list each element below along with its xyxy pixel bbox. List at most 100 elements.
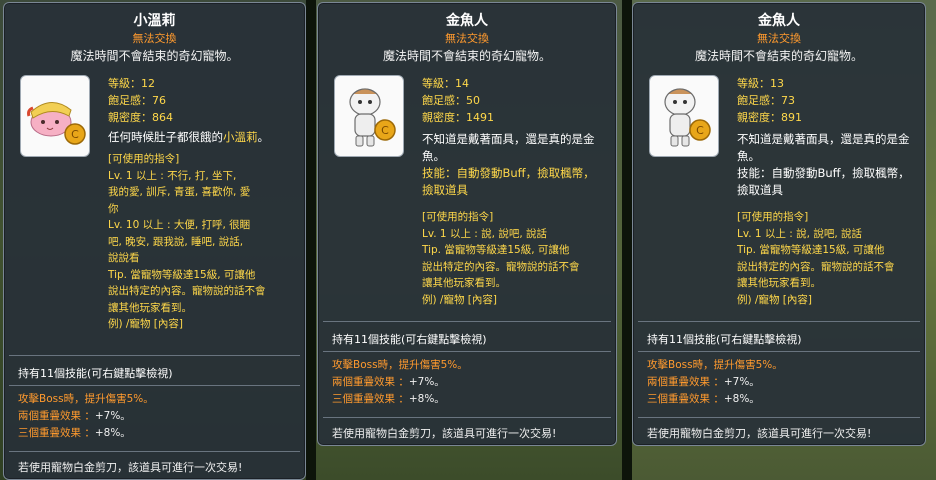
pet-closeness: 親密度：1491 bbox=[422, 111, 494, 124]
command-line: 例) /寵物 [內容] bbox=[737, 293, 813, 306]
goldfish-pet-sprite-icon: C bbox=[664, 88, 711, 147]
command-line: Lv. 1 以上 : 說, 說吧, 說話 bbox=[422, 227, 548, 240]
pet-description: 不知道是戴著面具，還是真的是金 魚。 技能：自動發動Buff，撿取楓幣， 撿取道… bbox=[737, 131, 923, 199]
command-line: 讓其他玩家看到。 bbox=[737, 277, 821, 289]
description-line: 不知道是戴著面具，還是真的是金 bbox=[737, 132, 910, 146]
two-set-value: +7%。 bbox=[408, 376, 445, 388]
three-set-label: 三個重疊效果 ： bbox=[332, 393, 409, 405]
command-header: [可使用的指令] bbox=[737, 211, 809, 223]
divider bbox=[323, 417, 611, 418]
two-set-value: +7%。 bbox=[94, 410, 131, 422]
pet-skill-line: 撿取道具 bbox=[422, 183, 468, 197]
pink-pet-sprite-icon: C bbox=[27, 102, 86, 145]
command-line: 說說看 bbox=[108, 252, 140, 264]
divider bbox=[9, 451, 300, 452]
divider bbox=[638, 321, 920, 322]
three-set-value: +8%。 bbox=[723, 393, 760, 405]
command-line: Lv. 1 以上 : 不行, 打, 坐下, bbox=[108, 169, 237, 182]
boss-damage-bonus: 攻擊Boss時，提升傷害5%。 bbox=[647, 359, 783, 371]
pet-level: 等級：12 bbox=[108, 77, 155, 90]
trade-status: 無法交換 bbox=[445, 32, 489, 45]
three-set-label: 三個重疊效果 ： bbox=[18, 427, 95, 439]
divider bbox=[638, 417, 920, 418]
two-set-value: +7%。 bbox=[723, 376, 760, 388]
divider bbox=[9, 385, 300, 386]
two-set-label: 兩個重疊效果 ： bbox=[332, 376, 409, 388]
trade-status: 無法交換 bbox=[757, 32, 801, 45]
svg-text:C: C bbox=[696, 124, 704, 137]
pet-name: 金魚人 bbox=[446, 13, 488, 29]
pet-subtitle: 魔法時間不會結束的奇幻寵物。 bbox=[694, 49, 863, 63]
divider bbox=[638, 351, 920, 352]
pet-tooltip-card: 金魚人 無法交換 魔法時間不會結束的奇幻寵物。 C 等級：14 飽足感：50 親… bbox=[317, 2, 617, 446]
command-line: 讓其他玩家看到。 bbox=[108, 301, 192, 314]
pet-skill-line: 技能：自動發動Buff，撿取楓幣， bbox=[422, 166, 595, 180]
pet-stats: 等級：13 飽足感：73 親密度：891 bbox=[737, 75, 802, 126]
command-list: [可使用的指令] Lv. 1 以上 : 說, 說吧, 說話 Tip. 當寵物等級… bbox=[737, 209, 925, 308]
pet-description: 不知道是戴著面具，還是真的是金 魚。 技能：自動發動Buff，撿取楓幣， 撿取道… bbox=[422, 131, 608, 199]
description-line: 任何時候肚子都很餓的小溫莉。 bbox=[108, 130, 269, 144]
description-line: 魚。 bbox=[737, 149, 760, 163]
scissors-trade-note: 若使用寵物白金剪刀，該道具可進行一次交易! bbox=[647, 427, 872, 440]
set-bonus: 攻擊Boss時，提升傷害5%。 兩個重疊效果 ：+7%。 三個重疊效果 ：+8%… bbox=[332, 357, 468, 408]
trade-status: 無法交換 bbox=[132, 32, 177, 45]
pet-name: 金魚人 bbox=[758, 13, 800, 29]
command-line: Tip. 當寵物等級達15級, 可讓他 bbox=[737, 244, 885, 256]
goldfish-pet-sprite-icon: C bbox=[349, 88, 396, 147]
command-line: 讓其他玩家看到。 bbox=[422, 277, 506, 289]
svg-text:C: C bbox=[381, 124, 389, 137]
pet-fullness: 飽足感：76 bbox=[108, 94, 166, 107]
boss-damage-bonus: 攻擊Boss時，提升傷害5%。 bbox=[332, 359, 468, 371]
svg-text:C: C bbox=[71, 128, 79, 141]
divider bbox=[9, 355, 300, 356]
command-line: 你 bbox=[108, 202, 119, 215]
command-line: 說出特定的內容。寵物說的話不會 bbox=[108, 285, 266, 297]
pet-skill-line: 技能：自動發動Buff，撿取楓幣， bbox=[737, 166, 910, 180]
pet-stats: 等級：14 飽足感：50 親密度：1491 bbox=[422, 75, 494, 126]
command-line: 我的愛, 訓斥, 青蛋, 喜歡你, 愛 bbox=[108, 186, 251, 198]
skill-count-header: 持有11個技能(可右鍵點擊檢視) bbox=[18, 367, 173, 380]
command-line: 例) /寵物 [內容] bbox=[422, 293, 498, 306]
command-list: [可使用的指令] Lv. 1 以上 : 不行, 打, 坐下, 我的愛, 訓斥, … bbox=[108, 151, 296, 333]
skill-count-header: 持有11個技能(可右鍵點擊檢視) bbox=[332, 333, 487, 346]
scissors-trade-note: 若使用寵物白金剪刀，該道具可進行一次交易! bbox=[18, 461, 243, 474]
three-set-value: +8%。 bbox=[94, 427, 131, 439]
two-set-label: 兩個重疊效果 ： bbox=[647, 376, 724, 388]
pet-closeness: 親密度：891 bbox=[737, 111, 802, 124]
skill-count-header: 持有11個技能(可右鍵點擊檢視) bbox=[647, 333, 802, 346]
command-line: 說出特定的內容。寵物說的話不會 bbox=[737, 260, 895, 273]
pet-portrait: C bbox=[20, 75, 90, 157]
two-set-label: 兩個重疊效果 ： bbox=[18, 410, 95, 422]
description-line: 魚。 bbox=[422, 149, 445, 163]
pet-level: 等級：13 bbox=[737, 77, 784, 90]
command-line: Lv. 10 以上 : 大便, 打呼, 很睏 bbox=[108, 219, 251, 231]
command-list: [可使用的指令] Lv. 1 以上 : 說, 說吧, 說話 Tip. 當寵物等級… bbox=[422, 209, 610, 308]
pet-portrait: C bbox=[334, 75, 404, 157]
pet-level: 等級：14 bbox=[422, 77, 469, 90]
screenshot-divider bbox=[306, 0, 316, 480]
pet-stats: 等級：12 飽足感：76 親密度：864 bbox=[108, 75, 173, 126]
pet-subtitle: 魔法時間不會結束的奇幻寵物。 bbox=[70, 49, 239, 63]
divider bbox=[323, 351, 611, 352]
pet-name-highlight: 小溫莉 bbox=[223, 130, 258, 144]
pet-fullness: 飽足感：73 bbox=[737, 94, 795, 107]
pet-portrait: C bbox=[649, 75, 719, 157]
command-line: 吧, 晚安, 跟我說, 睡吧, 說話, bbox=[108, 235, 244, 248]
set-bonus: 攻擊Boss時，提升傷害5%。 兩個重疊效果 ：+7%。 三個重疊效果 ：+8%… bbox=[18, 391, 154, 442]
pet-fullness: 飽足感：50 bbox=[422, 94, 480, 107]
pet-skill-line: 撿取道具 bbox=[737, 183, 783, 197]
divider bbox=[323, 321, 611, 322]
three-set-label: 三個重疊效果 ： bbox=[647, 393, 724, 405]
command-line: Tip. 當寵物等級達15級, 可讓他 bbox=[422, 244, 570, 256]
command-line: Lv. 1 以上 : 說, 說吧, 說話 bbox=[737, 227, 863, 240]
command-header: [可使用的指令] bbox=[422, 211, 494, 223]
pet-tooltip-card: 金魚人 無法交換 魔法時間不會結束的奇幻寵物。 C 等級：13 飽足感：73 親… bbox=[632, 2, 926, 446]
set-bonus: 攻擊Boss時，提升傷害5%。 兩個重疊效果 ：+7%。 三個重疊效果 ：+8%… bbox=[647, 357, 783, 408]
description-line: 不知道是戴著面具，還是真的是金 bbox=[422, 132, 595, 146]
screenshot-divider bbox=[622, 0, 632, 480]
three-set-value: +8%。 bbox=[408, 393, 445, 405]
scissors-trade-note: 若使用寵物白金剪刀，該道具可進行一次交易! bbox=[332, 427, 557, 440]
pet-description: 任何時候肚子都很餓的小溫莉。 bbox=[108, 129, 294, 146]
pet-closeness: 親密度：864 bbox=[108, 111, 173, 124]
pet-name: 小溫莉 bbox=[133, 13, 176, 29]
